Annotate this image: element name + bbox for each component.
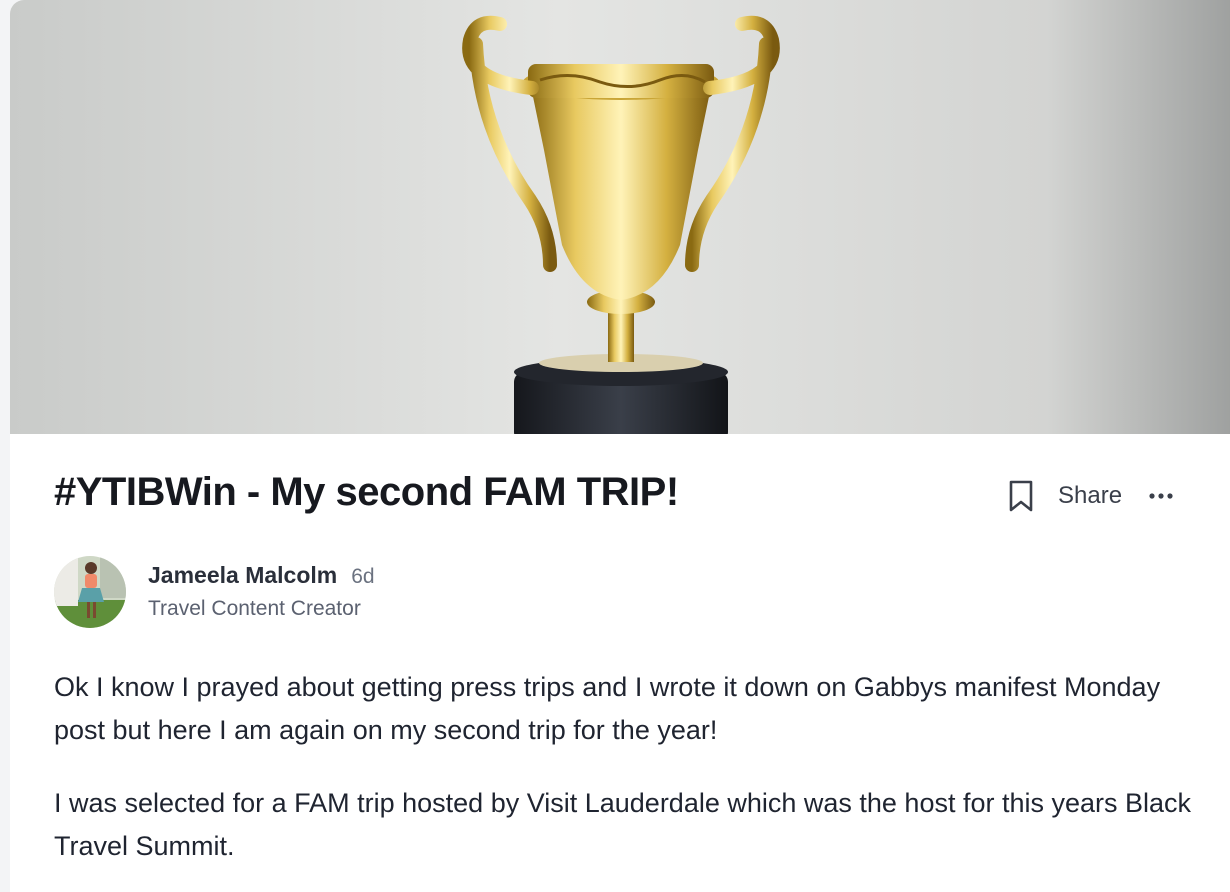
author-avatar[interactable] bbox=[54, 556, 126, 628]
trophy-photo bbox=[10, 0, 1230, 434]
share-button[interactable]: Share bbox=[1058, 482, 1122, 510]
post-paragraph: I was selected for a FAM trip hosted by … bbox=[54, 788, 1192, 861]
post-time: 6d bbox=[351, 565, 375, 588]
author-name[interactable]: Jameela Malcolm bbox=[148, 562, 337, 589]
bookmark-icon[interactable] bbox=[1006, 478, 1036, 514]
post-title: #YTIBWin - My second FAM TRIP! bbox=[54, 470, 679, 514]
cover-image bbox=[10, 0, 1230, 434]
author-role: Travel Content Creator bbox=[148, 597, 361, 620]
author-info: Jameela Malcolm 6d bbox=[148, 562, 375, 589]
post-actions: Share bbox=[1006, 474, 1174, 518]
post-body: Ok I know I prayed about getting press t… bbox=[54, 666, 1204, 892]
post-card: #YTIBWin - My second FAM TRIP! Share Jam… bbox=[10, 0, 1230, 892]
more-options-icon[interactable] bbox=[1148, 486, 1174, 506]
post-paragraph: Ok I know I prayed about getting press t… bbox=[54, 672, 1161, 745]
